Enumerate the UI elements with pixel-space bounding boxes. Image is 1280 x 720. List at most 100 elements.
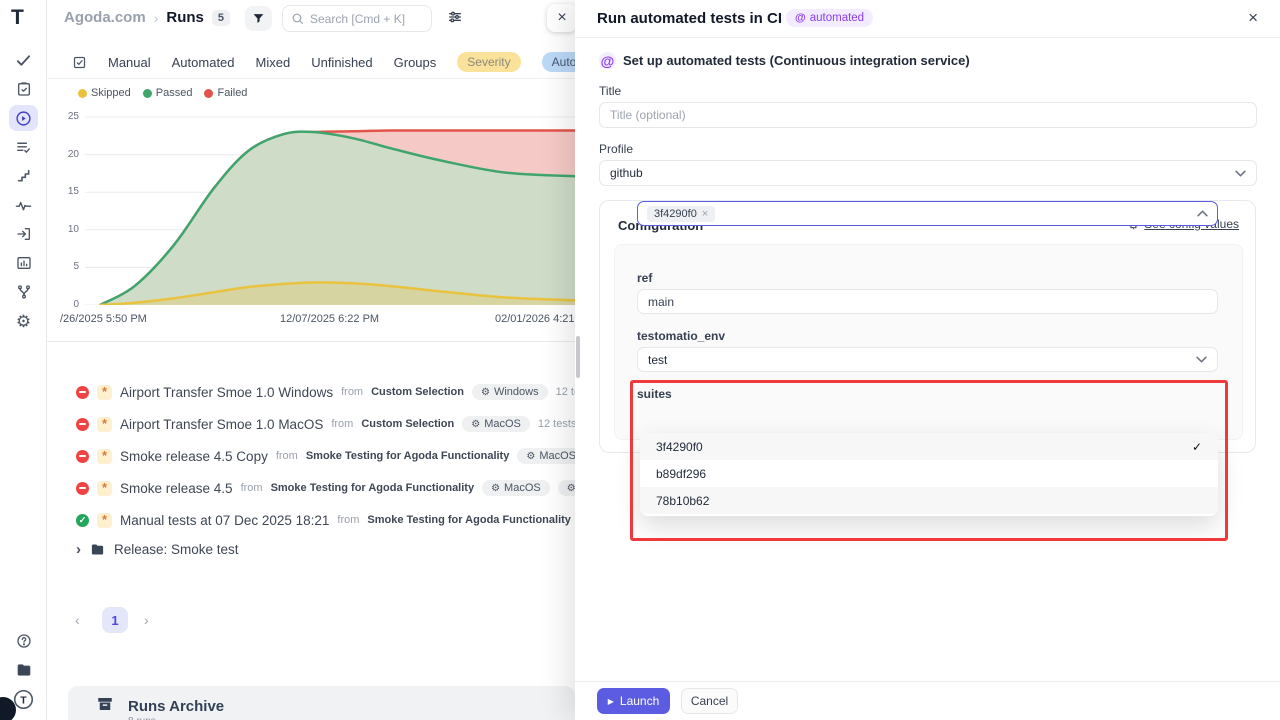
release-folder-row[interactable]: › Release: Smoke test [76,541,239,558]
help-icon[interactable] [9,628,38,654]
legend-dot [204,89,213,98]
y-tick-label: 5 [49,261,79,272]
tab-groups[interactable]: Groups [394,55,437,70]
suite-tag: 3f4290f0 × [647,206,715,222]
scrollbar-thumb[interactable] [576,336,580,378]
status-failed-icon [76,386,89,399]
suites-option-78b10b62[interactable]: 78b10b62 [640,487,1218,514]
page-next-button[interactable]: › [144,612,149,628]
run-row[interactable]: *Smoke release 4.5fromSmoke Testing for … [47,472,575,504]
bar-chart-icon[interactable] [9,250,38,276]
run-row[interactable]: *Airport Transfer Smoe 1.0 MacOSfromCust… [47,408,575,440]
run-from-label: from [241,482,263,494]
import-icon[interactable] [9,221,38,247]
env-select[interactable]: test [637,347,1218,372]
tabs-divider [47,78,575,79]
x-tick-label: /26/2025 5:50 PM [60,313,147,325]
run-row[interactable]: *Smoke release 4.5 CopyfromSmoke Testing… [47,440,575,472]
legend-item-failed: Failed [204,87,247,99]
close-icon[interactable]: × [1248,8,1258,28]
cancel-button[interactable]: Cancel [681,688,738,714]
run-title: Smoke release 4.5 [120,481,233,496]
tab-automated[interactable]: Automated [172,55,235,70]
spark-icon: * [97,417,112,432]
y-tick-label: 0 [49,299,79,310]
breadcrumb-separator: › [154,10,159,26]
clipboard-check-icon[interactable] [9,76,38,102]
page-current[interactable]: 1 [102,607,128,633]
spark-icon: * [97,449,112,464]
breadcrumb-project[interactable]: Agoda.com [64,9,146,26]
run-from-label: from [276,450,298,462]
filter-button[interactable] [245,6,272,31]
run-title: Manual tests at 07 Dec 2025 18:21 [120,513,329,528]
folder-icon[interactable] [9,657,38,683]
ci-service-icon: @ [599,52,616,69]
profile-select[interactable]: github [599,160,1257,186]
page-prev-button[interactable]: ‹ [75,612,80,628]
runs-trend-chart [85,105,575,305]
search-box[interactable] [282,5,432,32]
launch-play-icon: ▶ [608,697,614,706]
run-title: Airport Transfer Smoe 1.0 MacOS [120,417,323,432]
folder-icon [90,542,105,557]
env-badge-windows: ⚙Windows [472,384,548,400]
sliders-icon[interactable] [447,9,463,30]
ci-section-heading: @ Set up automated tests (Continuous int… [599,52,970,69]
filter-badge-automatable[interactable]: Automatable [542,52,575,72]
launch-button[interactable]: ▶ Launch [597,688,670,714]
suites-option-b89df296[interactable]: b89df296 [640,460,1218,487]
drawer-edge-close-button[interactable]: × [547,4,575,32]
spark-icon: * [97,513,112,528]
tab-unfinished[interactable]: Unfinished [311,55,372,70]
configuration-card: Configuration ⚙ See config values [599,200,1256,453]
legend-item-passed: Passed [143,87,193,99]
y-tick-label: 10 [49,224,79,235]
run-from-label: from [337,514,359,526]
run-from-label: from [331,418,353,430]
automated-badge: @ automated [786,9,873,27]
profile-field-label: Profile [599,142,633,156]
tab-mixed[interactable]: Mixed [256,55,291,70]
play-circle-icon[interactable] [9,105,38,131]
chevron-down-icon [1196,356,1207,363]
chevron-right-icon[interactable]: › [76,541,81,558]
run-row[interactable]: ✓*Manual tests at 07 Dec 2025 18:21fromS… [47,504,575,536]
svg-text:T: T [20,694,27,706]
select-all-icon[interactable] [72,55,87,70]
branch-icon[interactable] [9,279,38,305]
suites-dropdown: 3f4290f0✓b89df29678b10b62 [640,433,1218,516]
search-input[interactable] [310,12,420,26]
runs-archive-bar[interactable]: Runs Archive 8 runs [68,686,575,720]
filter-badge-severity[interactable]: Severity [457,52,520,72]
folder-title: Release: Smoke test [114,542,239,557]
suites-field-label: suites [637,387,672,401]
breadcrumb-section[interactable]: Runs [166,9,204,26]
run-title: Smoke release 4.5 Copy [120,449,268,464]
tab-manual[interactable]: Manual [108,55,151,70]
archive-subtitle: 8 runs [128,716,156,720]
funnel-icon [252,12,265,25]
list-check-icon[interactable] [9,134,38,160]
remove-tag-icon[interactable]: × [702,208,708,220]
run-source: Smoke Testing for Agoda Functionality [271,482,475,494]
gear-icon[interactable]: ⚙ [9,308,38,334]
status-failed-icon [76,482,89,495]
check-icon[interactable] [9,47,38,73]
gear-icon: ⚙ [567,483,575,494]
drawer-header: Run automated tests in CI @ automated × [575,0,1280,38]
suites-multiselect[interactable]: 3f4290f0 × [637,201,1218,226]
legend-dot [78,89,87,98]
ref-field-input[interactable] [637,289,1218,314]
run-title: Airport Transfer Smoe 1.0 Windows [120,385,333,400]
status-passed-icon: ✓ [76,514,89,527]
title-field-input[interactable] [599,102,1257,128]
archive-title: Runs Archive [128,698,224,715]
suites-option-3f4290f0[interactable]: 3f4290f0✓ [640,433,1218,460]
pulse-icon[interactable] [9,192,38,218]
steps-icon[interactable] [9,163,38,189]
gear-icon: ⚙ [481,387,490,398]
pagination: ‹ 1 › [47,600,247,640]
run-row[interactable]: *Airport Transfer Smoe 1.0 WindowsfromCu… [47,376,575,408]
sidebar: T ⚙ [0,0,47,720]
